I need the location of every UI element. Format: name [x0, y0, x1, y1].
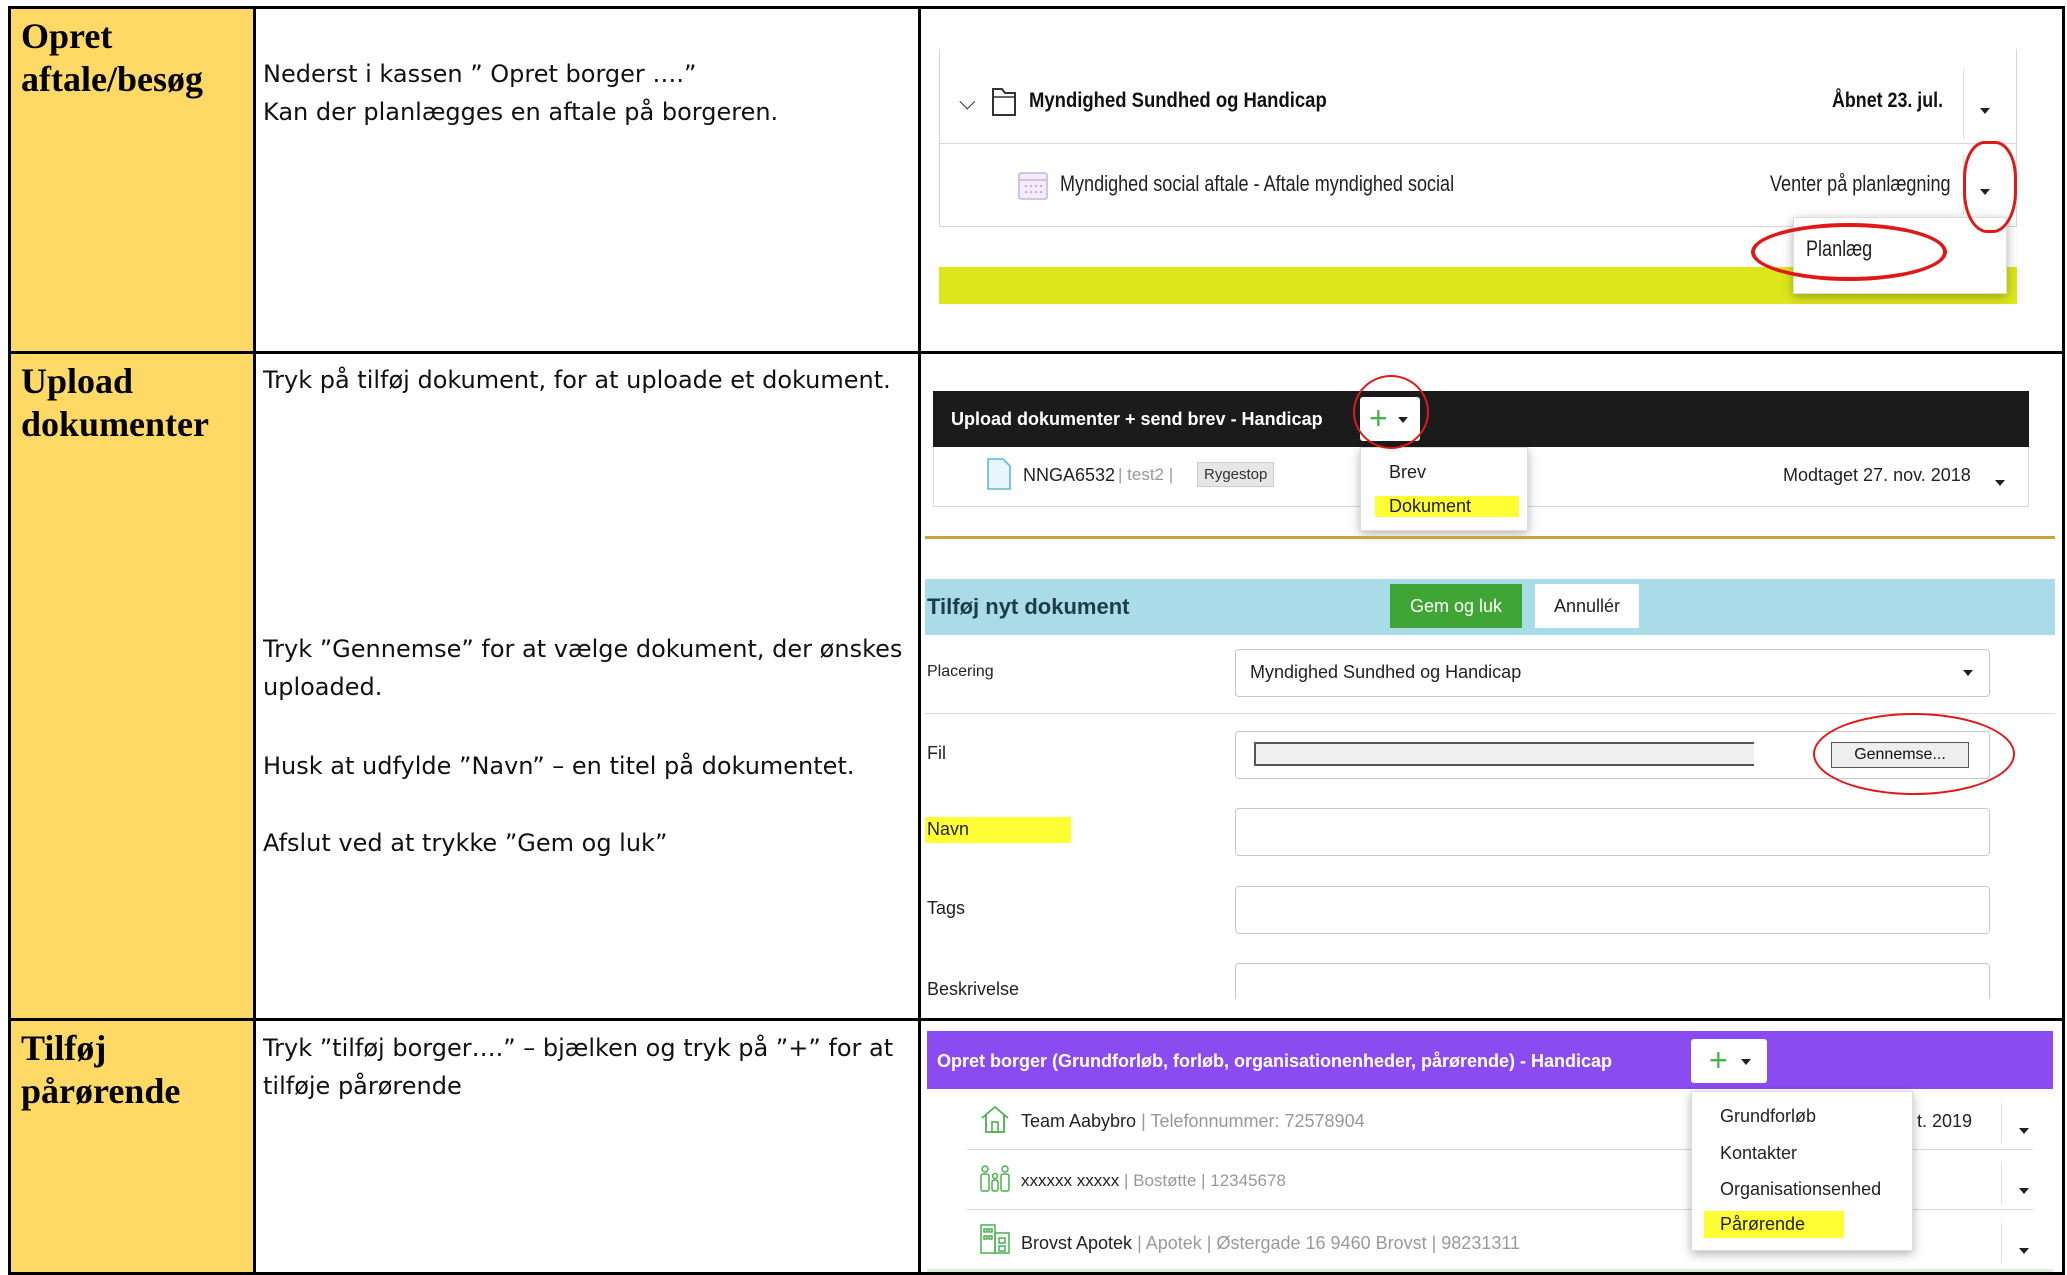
save-close-button[interactable]: Gem og luk: [1390, 584, 1522, 628]
appointment-title[interactable]: Myndighed social aftale - Aftale myndigh…: [1060, 171, 1454, 197]
caret-down-icon: [2019, 1188, 2029, 1194]
beskrivelse-label: Beskrivelse: [927, 979, 1020, 999]
group-title: Myndighed Sundhed og Handicap: [1029, 89, 1327, 112]
document-name: NNGA6532: [1023, 465, 1116, 485]
screenshot-planning: ⌵ Myndighed Sundhed og Handicap Åbnet 23…: [927, 49, 2027, 304]
relatives-header-title: Opret borger (Grundforløb, forløb, organ…: [937, 1051, 1613, 1071]
menu-item-paaroerende[interactable]: Pårørende: [1704, 1211, 1844, 1238]
plus-icon: +: [1709, 1042, 1728, 1078]
cancel-button[interactable]: Annullér: [1535, 584, 1639, 628]
relative-row-name[interactable]: xxxxxx xxxxx | Bostøtte | 12345678: [1021, 1171, 1286, 1191]
row-description: Tryk ”tilføj borger….” – bjælken og tryk…: [263, 1034, 894, 1100]
add-relative-button[interactable]: +: [1691, 1039, 1767, 1083]
row-menu-toggle[interactable]: [2019, 1181, 2029, 1199]
file-path-input[interactable]: [1254, 742, 1754, 766]
caret-down-icon: [1980, 108, 1990, 114]
caret-down-icon: [1963, 670, 1973, 676]
caret-down-icon: [1995, 480, 2005, 486]
menu-item-grundforloeb[interactable]: Grundforløb: [1720, 1106, 1816, 1127]
red-annotation-circle: [1751, 223, 1947, 281]
form-title: Tilføj nyt dokument: [927, 594, 1130, 619]
document-sub: | test2 |: [1118, 465, 1174, 484]
document-received: Modtaget 27. nov. 2018: [1783, 465, 1971, 485]
menu-item-dokument[interactable]: Dokument: [1375, 496, 1519, 517]
row-title-cell: Upload dokumenter: [11, 354, 253, 1018]
placering-select[interactable]: Myndighed Sundhed og Handicap: [1235, 649, 1990, 697]
row-title: Tilføj pårørende: [21, 1028, 181, 1111]
red-annotation-circle: [1353, 375, 1429, 449]
row-description: Afslut ved at trykke ”Gem og luk”: [263, 829, 668, 857]
red-annotation-circle: [1813, 713, 2015, 795]
row-date: t. 2019: [1917, 1111, 1973, 1131]
row-menu-toggle[interactable]: [2019, 1241, 2029, 1259]
placering-value: Myndighed Sundhed og Handicap: [1250, 662, 1522, 682]
menu-item-organisationsenhed[interactable]: Organisationsenhed: [1720, 1179, 1881, 1200]
grid-line: [253, 9, 256, 1272]
row-title: Opret aftale/besøg: [21, 16, 203, 99]
caret-down-icon: [2019, 1248, 2029, 1254]
chevron-down-icon[interactable]: ⌵: [959, 89, 976, 115]
fil-label: Fil: [927, 743, 946, 763]
row-title: Upload dokumenter: [21, 361, 209, 444]
tags-label: Tags: [927, 898, 966, 918]
divider: [2001, 1163, 2002, 1203]
separator: [925, 536, 2055, 539]
group-menu-toggle[interactable]: [1980, 101, 1990, 119]
caret-down-icon: [2019, 1128, 2029, 1134]
menu-item-kontakter[interactable]: Kontakter: [1720, 1143, 1797, 1164]
people-icon: [980, 1165, 1010, 1192]
row-title-cell: Tilføj pårørende: [11, 1021, 253, 1272]
grid-line: [918, 9, 921, 1272]
divider: [1963, 69, 1964, 139]
instruction-table: Opret aftale/besøg Upload dokumenter Tilfø…: [8, 6, 2065, 1275]
divider: [2001, 1223, 2002, 1263]
navn-label: Navn: [927, 819, 970, 839]
screenshot-upload: Upload dokumenter + send brev - Handicap…: [925, 361, 2055, 999]
placering-label: Placering: [927, 663, 994, 680]
row-title-cell: Opret aftale/besøg: [11, 9, 253, 351]
group-panel: [939, 49, 2017, 227]
menu-item-brev[interactable]: Brev: [1389, 462, 1426, 483]
screenshot-relatives: Opret borger (Grundforløb, forløb, organ…: [927, 1023, 2053, 1272]
tags-input[interactable]: [1235, 886, 1990, 934]
divider: [2001, 1103, 2002, 1143]
caret-down-icon: [1741, 1059, 1751, 1065]
relative-row-name[interactable]: Brovst Apotek | Apotek | Østergade 16 94…: [1021, 1233, 1520, 1254]
building-icon: [980, 1224, 1010, 1254]
document-icon: [987, 458, 1011, 490]
group-status: Åbnet 23. jul.: [1832, 89, 1944, 112]
document-tag: Rygestop: [1197, 462, 1275, 487]
navn-input[interactable]: [1235, 808, 1990, 856]
row-description: Nederst i kassen ” Opret borger ….” Kan …: [263, 60, 779, 126]
beskrivelse-input[interactable]: [1235, 963, 1990, 999]
row-description: Husk at udfylde ”Navn” – en titel på dok…: [263, 752, 855, 780]
red-annotation-circle: [1963, 141, 2017, 233]
relative-row-name[interactable]: Team Aabybro | Telefonnummer: 72578904: [1021, 1111, 1365, 1132]
document-menu-toggle[interactable]: [1995, 473, 2005, 491]
add-dropdown: Brev Dokument: [1360, 447, 1528, 531]
add-relative-dropdown: Grundforløb Kontakter Organisationsenhed…: [1691, 1091, 1913, 1251]
row-description: Tryk ”Gennemse” for at vælge dokument, d…: [263, 635, 903, 701]
grid-line: [11, 351, 2062, 354]
folder-icon: [992, 88, 1016, 116]
appointment-status: Venter på planlægning: [1770, 171, 1951, 196]
grid-line: [11, 1018, 2062, 1021]
row-description: Tryk på tilføj dokument, for at uploade …: [263, 366, 891, 394]
row-menu-toggle[interactable]: [2019, 1121, 2029, 1139]
house-icon: [981, 1105, 1009, 1133]
upload-header-title: Upload dokumenter + send brev - Handicap: [951, 409, 1323, 429]
calendar-icon: [1018, 172, 1048, 200]
